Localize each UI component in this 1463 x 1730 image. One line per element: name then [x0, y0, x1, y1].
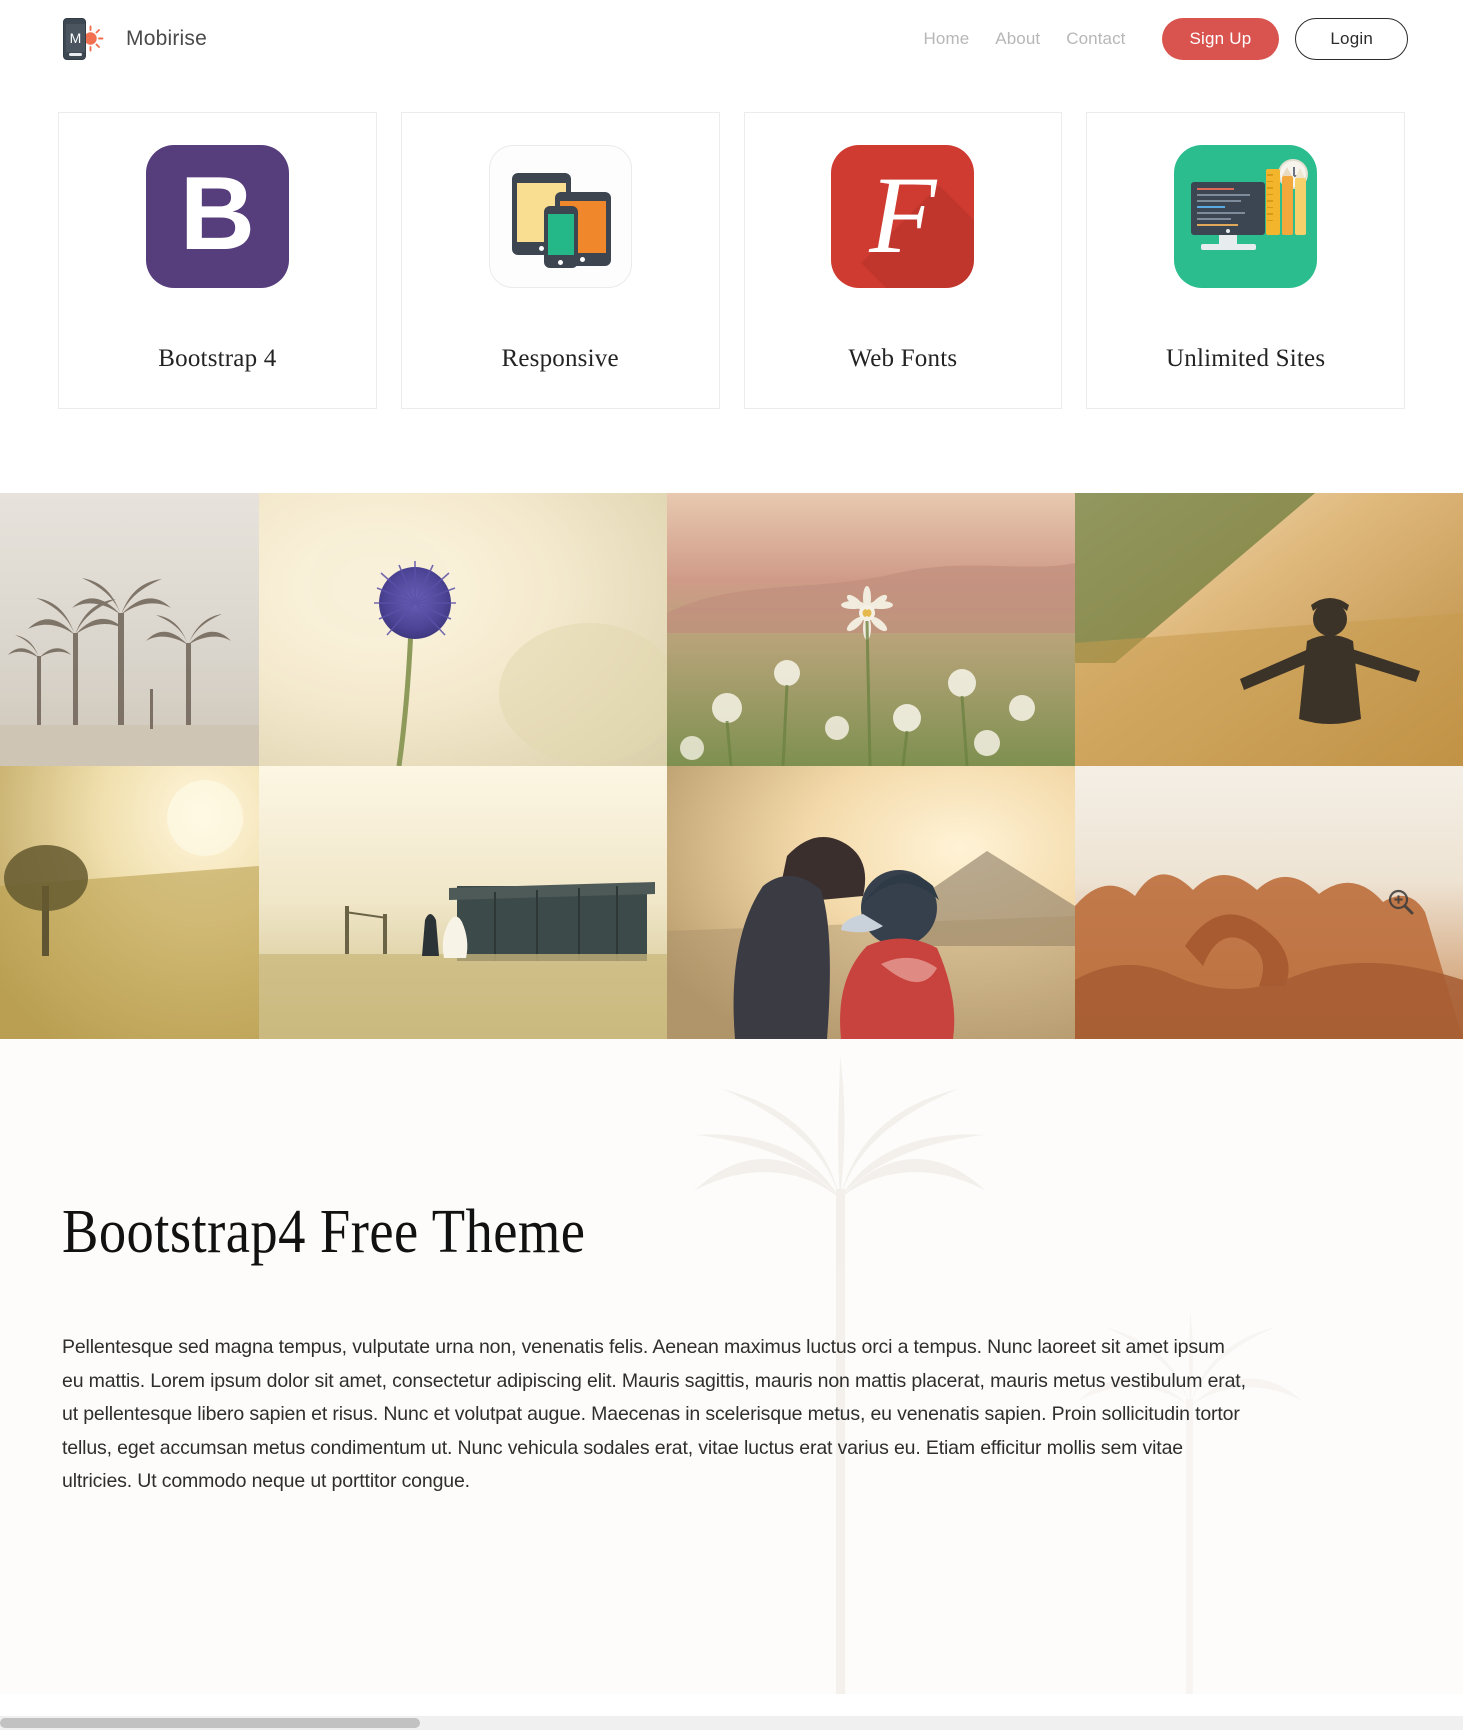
feature-label: Responsive	[501, 345, 619, 372]
horizontal-scrollbar[interactable]	[0, 1716, 1463, 1730]
login-button[interactable]: Login	[1295, 18, 1408, 60]
daisy-field-photo[interactable]	[667, 493, 1075, 766]
mobile-sunburst-icon: M	[58, 16, 104, 62]
page-title: Bootstrap4 Free Theme	[62, 1198, 586, 1266]
brush-icon	[1295, 168, 1307, 235]
workstation-tools-icon	[1174, 145, 1318, 288]
phone-icon: M	[63, 18, 86, 60]
sign-up-button[interactable]: Sign Up	[1161, 18, 1280, 60]
palm-trees-beach-photo[interactable]	[0, 493, 259, 766]
thistle-flower-photo[interactable]	[259, 493, 667, 766]
feature-label: Unlimited Sites	[1166, 345, 1326, 372]
gallery-row	[0, 493, 1463, 766]
monitor-icon	[1191, 182, 1266, 235]
photo-gallery	[0, 493, 1463, 1039]
red-rock-arch-photo[interactable]	[1075, 766, 1463, 1039]
man-in-field-photo[interactable]	[1075, 493, 1463, 766]
nav-link-about[interactable]: About	[995, 29, 1040, 49]
nav-link-home[interactable]: Home	[924, 29, 970, 49]
nav-right: Home About Contact Sign Up Login	[924, 18, 1408, 60]
feature-label: Bootstrap 4	[158, 345, 277, 372]
brand[interactable]: M Mobirise	[58, 16, 207, 62]
lone-tree-sunrise-photo[interactable]	[0, 766, 259, 1039]
font-awesome-f-icon: F	[831, 145, 975, 288]
nav-links: Home About Contact	[924, 29, 1126, 49]
wedding-couple-barn-photo[interactable]	[259, 766, 667, 1039]
pencil-icon	[1282, 167, 1294, 235]
feature-card-responsive[interactable]: Responsive	[400, 112, 720, 409]
bootstrap-b-icon: B	[145, 145, 289, 288]
site-header: M Mobirise Home About Contact Sign Up Lo…	[0, 0, 1463, 78]
gallery-row	[0, 766, 1463, 1039]
scrollbar-thumb[interactable]	[0, 1718, 420, 1728]
kids-sunset-photo[interactable]	[667, 766, 1075, 1039]
nav-link-contact[interactable]: Contact	[1066, 29, 1125, 49]
feature-card-webfonts[interactable]: F Web Fonts	[743, 112, 1063, 409]
hero-section: Bootstrap4 Free Theme Pellentesque sed m…	[0, 1039, 1463, 1694]
feature-label: Web Fonts	[848, 345, 958, 372]
feature-card-unlimited-sites[interactable]: Unlimited Sites	[1086, 112, 1405, 409]
hero-paragraph: Pellentesque sed magna tempus, vulputate…	[62, 1336, 1246, 1493]
features-section: B Bootstrap 4 Responsive F Web Fonts Unl…	[0, 78, 1463, 409]
ruler-icon	[1266, 169, 1281, 235]
magnifier-plus-icon[interactable]	[1387, 888, 1415, 916]
feature-card-bootstrap[interactable]: B Bootstrap 4	[58, 112, 377, 409]
brand-name: Mobirise	[126, 27, 207, 50]
logo-letter: M	[69, 30, 82, 46]
devices-responsive-icon	[488, 145, 632, 288]
